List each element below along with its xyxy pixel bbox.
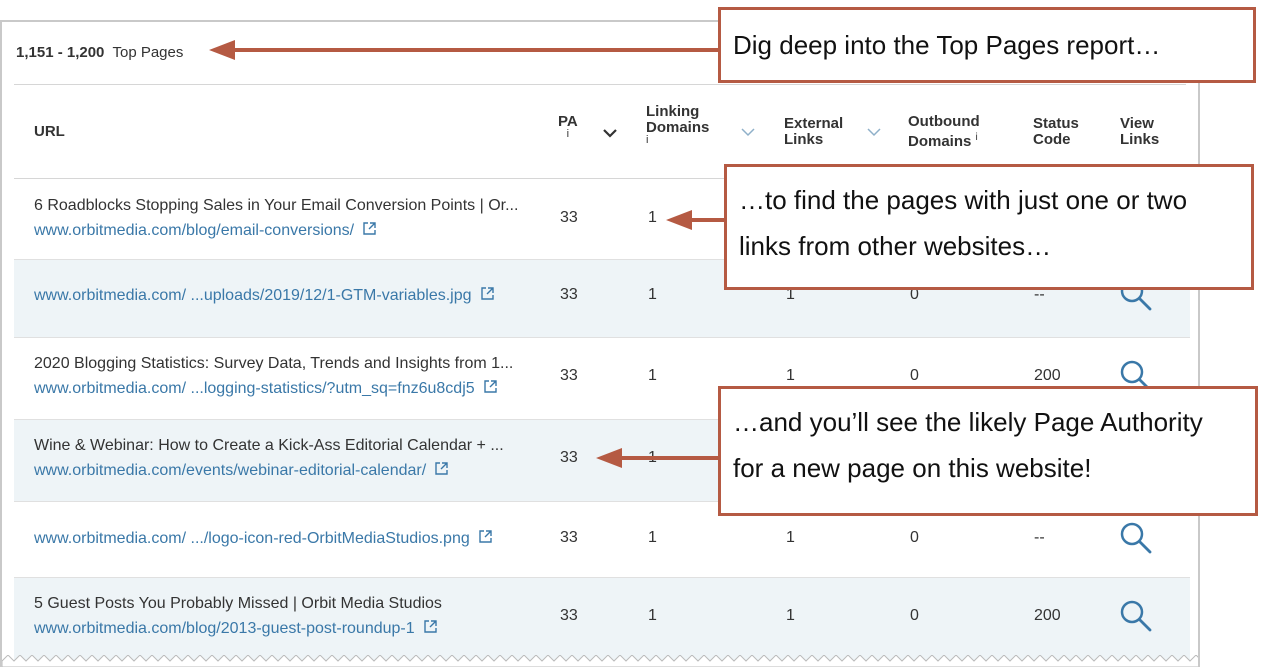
status-code-value: 200 [1034,367,1061,384]
linking-domains-value: 1 [648,286,657,303]
linking-domains-value: 1 [648,367,657,384]
linking-domains-value: 1 [648,529,657,546]
callout-top: Dig deep into the Top Pages report… [718,7,1256,83]
arrow-to-linking-domains-icon [666,210,726,230]
sort-chevron-icon[interactable] [866,127,882,137]
pa-value: 33 [560,209,578,226]
info-icon[interactable]: i [976,132,978,143]
column-header-external-links[interactable]: External Links [784,116,843,148]
torn-edge [2,655,1198,667]
page-title: 6 Roadblocks Stopping Sales in Your Emai… [34,197,519,214]
status-code-value: -- [1034,529,1045,546]
view-links-search-icon[interactable] [1119,599,1153,638]
info-icon[interactable]: i [558,129,578,140]
page-title: 5 Guest Posts You Probably Missed | Orbi… [34,595,442,612]
external-link-icon[interactable] [362,221,377,241]
column-header-pa[interactable]: PA i [558,114,578,140]
page-url-link[interactable]: www.orbitmedia.com/ .../logo-icon-red-Or… [34,529,493,549]
column-header-status-code[interactable]: Status Code [1033,116,1079,148]
top-pages-panel: 1,151 - 1,200 Top Pages URL PA i Linking D… [0,20,1200,667]
view-links-search-icon[interactable] [1119,521,1153,560]
column-header-url[interactable]: URL [34,124,65,140]
page-url-link[interactable]: www.orbitmedia.com/ ...uploads/2019/12/1… [34,286,495,306]
column-header-linking-domains[interactable]: Linking Domains i [646,104,709,146]
external-link-icon[interactable] [478,529,493,549]
external-links-value: 1 [786,367,795,384]
pa-value: 33 [560,367,578,384]
outbound-domains-value: 0 [910,529,919,546]
external-links-value: 1 [786,529,795,546]
external-link-icon[interactable] [483,379,498,399]
table-row: 5 Guest Posts You Probably Missed | Orbi… [14,578,1190,667]
callout-bottom: …and you’ll see the likely Page Authorit… [718,386,1258,516]
callout-middle: …to find the pages with just one or two l… [724,164,1254,290]
outbound-domains-value: 0 [910,607,919,624]
column-header-view-links: View Links [1120,115,1160,148]
page-url-link[interactable]: www.orbitmedia.com/blog/email-conversion… [34,221,377,241]
pa-value: 33 [560,529,578,546]
external-link-icon[interactable] [480,286,495,306]
page-url-link[interactable]: www.orbitmedia.com/events/webinar-editor… [34,461,449,481]
arrow-to-page-authority-icon [596,448,720,468]
external-link-icon[interactable] [434,461,449,481]
external-link-icon[interactable] [423,619,438,639]
pa-value: 33 [560,286,578,303]
header-divider [14,84,1186,85]
outbound-domains-value: 0 [910,367,919,384]
status-code-value: 200 [1034,607,1061,624]
pa-value: 33 [560,449,578,466]
page-url-link[interactable]: www.orbitmedia.com/ ...logging-statistic… [34,379,498,399]
external-links-value: 1 [786,607,795,624]
results-range: 1,151 - 1,200 Top Pages [16,44,184,61]
page-url-link[interactable]: www.orbitmedia.com/blog/2013-guest-post-… [34,619,438,639]
sort-desc-icon[interactable] [602,127,618,139]
linking-domains-value: 1 [648,209,657,226]
arrow-to-top-pages-icon [209,40,721,60]
column-header-outbound-domains[interactable]: Outbound Domains i [908,114,980,150]
linking-domains-value: 1 [648,607,657,624]
page-title: Wine & Webinar: How to Create a Kick-Ass… [34,437,504,454]
pa-value: 33 [560,607,578,624]
info-icon[interactable]: i [646,135,709,146]
sort-chevron-icon[interactable] [740,127,756,137]
page-title: 2020 Blogging Statistics: Survey Data, T… [34,355,514,372]
